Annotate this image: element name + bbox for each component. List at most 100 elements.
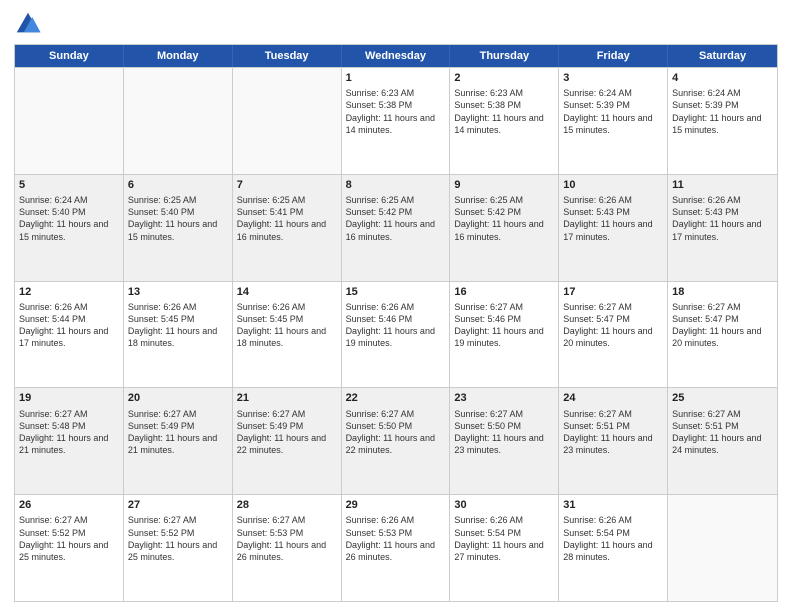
- cal-cell: 23Sunrise: 6:27 AMSunset: 5:50 PMDayligh…: [450, 388, 559, 494]
- cell-text: Sunrise: 6:25 AMSunset: 5:41 PMDaylight:…: [237, 194, 337, 243]
- cal-cell: 19Sunrise: 6:27 AMSunset: 5:48 PMDayligh…: [15, 388, 124, 494]
- week-row-2: 5Sunrise: 6:24 AMSunset: 5:40 PMDaylight…: [15, 174, 777, 281]
- day-number: 16: [454, 285, 554, 299]
- day-number: 11: [672, 178, 773, 192]
- header-day-monday: Monday: [124, 45, 233, 67]
- cal-cell: 3 Sunrise: 6:24 AMSunset: 5:39 PMDaylight…: [559, 68, 668, 174]
- cell-text: Sunrise: 6:26 AMSunset: 5:43 PMDaylight:…: [672, 194, 773, 243]
- week-row-3: 12 Sunrise: 6:26 AMSunset: 5:44 PMDayligh…: [15, 281, 777, 388]
- cal-cell: 24 Sunrise: 6:27 AMSunset: 5:51 PMDayligh…: [559, 388, 668, 494]
- cal-cell: 6 Sunrise: 6:25 AMSunset: 5:40 PMDaylight…: [124, 175, 233, 281]
- cell-text: Sunrise: 6:27 AMSunset: 5:50 PMDaylight:…: [454, 408, 554, 457]
- week-row-1: 1 Sunrise: 6:23 AMSunset: 5:38 PMDaylight…: [15, 67, 777, 174]
- header-day-saturday: Saturday: [668, 45, 777, 67]
- day-number: 12: [19, 285, 119, 299]
- cell-text: Sunrise: 6:25 AMSunset: 5:42 PMDaylight:…: [454, 194, 554, 243]
- cal-cell: 26 Sunrise: 6:27 AMSunset: 5:52 PMDayligh…: [15, 495, 124, 601]
- cell-text: Sunrise: 6:23 AMSunset: 5:38 PMDaylight:…: [346, 87, 446, 136]
- day-number: 27: [128, 498, 228, 512]
- cal-cell: 29 Sunrise: 6:26 AMSunset: 5:53 PMDayligh…: [342, 495, 451, 601]
- cal-cell: 13 Sunrise: 6:26 AMSunset: 5:45 PMDayligh…: [124, 282, 233, 388]
- day-number: 15: [346, 285, 446, 299]
- cal-cell: [124, 68, 233, 174]
- cal-cell: 18Sunrise: 6:27 AMSunset: 5:47 PMDayligh…: [668, 282, 777, 388]
- cal-cell: 22 Sunrise: 6:27 AMSunset: 5:50 PMDayligh…: [342, 388, 451, 494]
- cell-text: Sunrise: 6:26 AMSunset: 5:44 PMDaylight:…: [19, 301, 119, 350]
- cell-text: Sunrise: 6:25 AMSunset: 5:42 PMDaylight:…: [346, 194, 446, 243]
- day-number: 17: [563, 285, 663, 299]
- cal-cell: 9Sunrise: 6:25 AMSunset: 5:42 PMDaylight…: [450, 175, 559, 281]
- calendar: SundayMondayTuesdayWednesdayThursdayFrid…: [14, 44, 778, 602]
- cell-text: Sunrise: 6:25 AMSunset: 5:40 PMDaylight:…: [128, 194, 228, 243]
- cal-cell: 5Sunrise: 6:24 AMSunset: 5:40 PMDaylight…: [15, 175, 124, 281]
- cal-cell: 28Sunrise: 6:27 AMSunset: 5:53 PMDayligh…: [233, 495, 342, 601]
- header-day-thursday: Thursday: [450, 45, 559, 67]
- cal-cell: [233, 68, 342, 174]
- cell-text: Sunrise: 6:27 AMSunset: 5:52 PMDaylight:…: [19, 514, 119, 563]
- week-row-5: 26 Sunrise: 6:27 AMSunset: 5:52 PMDayligh…: [15, 494, 777, 601]
- day-number: 10: [563, 178, 663, 192]
- cal-cell: 25 Sunrise: 6:27 AMSunset: 5:51 PMDayligh…: [668, 388, 777, 494]
- cell-text: Sunrise: 6:27 AMSunset: 5:50 PMDaylight:…: [346, 408, 446, 457]
- cell-text: Sunrise: 6:26 AMSunset: 5:45 PMDaylight:…: [128, 301, 228, 350]
- day-number: 30: [454, 498, 554, 512]
- cell-text: Sunrise: 6:26 AMSunset: 5:46 PMDaylight:…: [346, 301, 446, 350]
- day-number: 24: [563, 391, 663, 405]
- cal-cell: 16 Sunrise: 6:27 AMSunset: 5:46 PMDayligh…: [450, 282, 559, 388]
- cell-text: Sunrise: 6:27 AMSunset: 5:52 PMDaylight:…: [128, 514, 228, 563]
- cell-text: Sunrise: 6:26 AMSunset: 5:43 PMDaylight:…: [563, 194, 663, 243]
- cell-text: Sunrise: 6:26 AMSunset: 5:45 PMDaylight:…: [237, 301, 337, 350]
- header-day-friday: Friday: [559, 45, 668, 67]
- cell-text: Sunrise: 6:27 AMSunset: 5:53 PMDaylight:…: [237, 514, 337, 563]
- day-number: 18: [672, 285, 773, 299]
- day-number: 31: [563, 498, 663, 512]
- day-number: 8: [346, 178, 446, 192]
- logo: [14, 10, 46, 38]
- day-number: 1: [346, 71, 446, 85]
- calendar-body: 1 Sunrise: 6:23 AMSunset: 5:38 PMDaylight…: [15, 67, 777, 601]
- cell-text: Sunrise: 6:24 AMSunset: 5:39 PMDaylight:…: [563, 87, 663, 136]
- header-day-wednesday: Wednesday: [342, 45, 451, 67]
- cell-text: Sunrise: 6:26 AMSunset: 5:53 PMDaylight:…: [346, 514, 446, 563]
- cell-text: Sunrise: 6:27 AMSunset: 5:49 PMDaylight:…: [128, 408, 228, 457]
- logo-icon: [14, 10, 42, 38]
- day-number: 6: [128, 178, 228, 192]
- day-number: 25: [672, 391, 773, 405]
- cell-text: Sunrise: 6:24 AMSunset: 5:40 PMDaylight:…: [19, 194, 119, 243]
- day-number: 14: [237, 285, 337, 299]
- header-day-sunday: Sunday: [15, 45, 124, 67]
- day-number: 7: [237, 178, 337, 192]
- cell-text: Sunrise: 6:27 AMSunset: 5:47 PMDaylight:…: [563, 301, 663, 350]
- cell-text: Sunrise: 6:26 AMSunset: 5:54 PMDaylight:…: [563, 514, 663, 563]
- cell-text: Sunrise: 6:27 AMSunset: 5:51 PMDaylight:…: [563, 408, 663, 457]
- day-number: 4: [672, 71, 773, 85]
- cell-text: Sunrise: 6:27 AMSunset: 5:49 PMDaylight:…: [237, 408, 337, 457]
- cal-cell: 4Sunrise: 6:24 AMSunset: 5:39 PMDaylight…: [668, 68, 777, 174]
- week-row-4: 19Sunrise: 6:27 AMSunset: 5:48 PMDayligh…: [15, 387, 777, 494]
- page: SundayMondayTuesdayWednesdayThursdayFrid…: [0, 0, 792, 612]
- cal-cell: 2 Sunrise: 6:23 AMSunset: 5:38 PMDaylight…: [450, 68, 559, 174]
- header-day-tuesday: Tuesday: [233, 45, 342, 67]
- cal-cell: 11 Sunrise: 6:26 AMSunset: 5:43 PMDayligh…: [668, 175, 777, 281]
- cal-cell: [15, 68, 124, 174]
- day-number: 22: [346, 391, 446, 405]
- day-number: 21: [237, 391, 337, 405]
- calendar-header-row: SundayMondayTuesdayWednesdayThursdayFrid…: [15, 45, 777, 67]
- cell-text: Sunrise: 6:26 AMSunset: 5:54 PMDaylight:…: [454, 514, 554, 563]
- cal-cell: 12 Sunrise: 6:26 AMSunset: 5:44 PMDayligh…: [15, 282, 124, 388]
- day-number: 29: [346, 498, 446, 512]
- cell-text: Sunrise: 6:27 AMSunset: 5:48 PMDaylight:…: [19, 408, 119, 457]
- cell-text: Sunrise: 6:27 AMSunset: 5:46 PMDaylight:…: [454, 301, 554, 350]
- cal-cell: 7 Sunrise: 6:25 AMSunset: 5:41 PMDaylight…: [233, 175, 342, 281]
- day-number: 2: [454, 71, 554, 85]
- cell-text: Sunrise: 6:23 AMSunset: 5:38 PMDaylight:…: [454, 87, 554, 136]
- cal-cell: 30 Sunrise: 6:26 AMSunset: 5:54 PMDayligh…: [450, 495, 559, 601]
- day-number: 26: [19, 498, 119, 512]
- day-number: 13: [128, 285, 228, 299]
- day-number: 3: [563, 71, 663, 85]
- cal-cell: 1 Sunrise: 6:23 AMSunset: 5:38 PMDaylight…: [342, 68, 451, 174]
- cal-cell: 21 Sunrise: 6:27 AMSunset: 5:49 PMDayligh…: [233, 388, 342, 494]
- cal-cell: 10 Sunrise: 6:26 AMSunset: 5:43 PMDayligh…: [559, 175, 668, 281]
- cell-text: Sunrise: 6:27 AMSunset: 5:51 PMDaylight:…: [672, 408, 773, 457]
- header: [14, 10, 778, 38]
